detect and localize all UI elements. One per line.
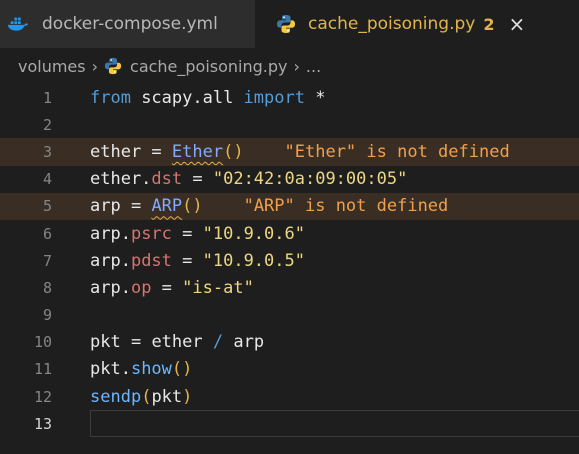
breadcrumb-more[interactable]: ... (306, 57, 321, 76)
line-number: 12 (33, 387, 52, 406)
code-token: "10.9.0.6" (202, 223, 305, 244)
code-token: arp. (90, 277, 131, 298)
code-token: () (223, 141, 244, 162)
code-token: scapy.all (130, 87, 244, 108)
line-number: 1 (42, 88, 52, 107)
line-number: 2 (42, 115, 52, 134)
line-number: 5 (42, 197, 52, 216)
docker-icon (8, 14, 28, 34)
code-line[interactable]: 9 (0, 302, 579, 329)
code-token: () (182, 196, 203, 217)
code-text: ether.dst = "02:42:0a:09:00:05" (90, 169, 407, 189)
code-token: ether (90, 141, 152, 162)
code-token: "is-at" (182, 277, 254, 298)
code-line[interactable]: 1 from scapy.all import * (0, 84, 579, 111)
undefined-symbol: ARP (151, 196, 183, 217)
chevron-right-icon: › (91, 56, 99, 76)
line-number: 10 (33, 333, 52, 352)
code-text: arp.pdst = "10.9.0.5" (90, 251, 305, 271)
line-number: 3 (42, 142, 52, 161)
code-token: psrc (130, 223, 172, 244)
line-number: 6 (42, 224, 52, 243)
current-line-highlight (90, 410, 579, 438)
breadcrumb: volumes › cache_poisoning.py › ... (0, 48, 579, 84)
code-line[interactable]: 4 ether.dst = "02:42:0a:09:00:05" (0, 166, 579, 193)
code-token: show (130, 359, 172, 380)
inline-error-message: "ARP" is not defined (202, 196, 449, 217)
tab-bar: docker-compose.yml cache_poisoning.py 2 … (0, 0, 579, 48)
python-icon (104, 57, 122, 75)
code-text: arp.psrc = "10.9.0.6" (90, 224, 305, 244)
line-number: 4 (42, 170, 52, 189)
code-token: * (304, 87, 326, 108)
code-text: arp.op = "is-at" (90, 278, 254, 298)
code-text: from scapy.all import * (90, 88, 325, 108)
code-token: = (130, 196, 152, 217)
code-token: pkt (151, 386, 183, 407)
code-token: ( (141, 386, 152, 407)
code-token: dst (151, 169, 183, 190)
code-text: arp = ARP() "ARP" is not defined (90, 196, 448, 216)
code-line[interactable]: 5 arp = ARP() "ARP" is not defined (0, 192, 579, 220)
code-token: = (182, 169, 213, 190)
code-line[interactable]: 10 pkt = ether / arp (0, 329, 579, 356)
code-text: sendp(pkt) (90, 387, 192, 407)
code-token: "02:42:0a:09:00:05" (212, 169, 408, 190)
code-token: pdst (130, 250, 172, 271)
tab-label: cache_poisoning.py (308, 14, 476, 34)
code-token: "10.9.0.5" (202, 250, 305, 271)
code-token: = (171, 223, 203, 244)
code-token: = (151, 277, 183, 298)
code-text: ether = Ether() "Ether" is not defined (90, 142, 510, 162)
code-line[interactable]: 6 arp.psrc = "10.9.0.6" (0, 220, 579, 247)
code-text: pkt = ether / arp (90, 332, 264, 352)
breadcrumb-folder[interactable]: volumes (18, 57, 86, 76)
code-editor[interactable]: 1 from scapy.all import * 2 3 ether = Ether(… (0, 84, 579, 438)
code-token: pkt. (90, 359, 131, 380)
code-token: arp (223, 332, 265, 353)
code-token: ether (151, 332, 213, 353)
code-line[interactable]: 2 (0, 111, 579, 138)
code-token: = (151, 141, 172, 162)
line-number: 9 (42, 306, 52, 325)
line-number: 8 (42, 278, 52, 297)
undefined-symbol: Ether (171, 141, 224, 162)
line-number: 7 (42, 251, 52, 270)
line-number: 11 (33, 360, 52, 379)
code-token: = (171, 250, 203, 271)
close-icon[interactable]: × (508, 14, 525, 34)
problem-count-badge: 2 (483, 14, 495, 34)
code-line[interactable]: 3 ether = Ether() "Ether" is not defined (0, 138, 579, 166)
code-line[interactable]: 13 (0, 410, 579, 438)
inline-error-message: "Ether" is not defined (243, 141, 510, 162)
chevron-right-icon: › (293, 56, 300, 76)
code-token: sendp (90, 386, 142, 407)
breadcrumb-file[interactable]: cache_poisoning.py (130, 57, 288, 76)
code-token: pkt (90, 332, 131, 353)
tab-docker-compose[interactable]: docker-compose.yml (0, 0, 256, 48)
tab-cache-poisoning[interactable]: cache_poisoning.py 2 × (256, 0, 579, 48)
python-icon (272, 14, 300, 34)
code-token: = (130, 332, 152, 353)
line-number: 13 (33, 414, 52, 433)
code-token: arp. (90, 223, 131, 244)
code-token: op (130, 277, 152, 298)
code-token: from (90, 87, 131, 108)
code-token: / (212, 332, 224, 353)
code-line[interactable]: 11 pkt.show() (0, 356, 579, 383)
code-line[interactable]: 8 arp.op = "is-at" (0, 274, 579, 301)
code-text: pkt.show() (90, 359, 192, 379)
code-token: () (171, 359, 193, 380)
code-token: ether. (90, 169, 152, 190)
tab-label: docker-compose.yml (42, 14, 218, 34)
code-line[interactable]: 12 sendp(pkt) (0, 383, 579, 410)
code-token: arp (90, 196, 131, 217)
code-token: arp. (90, 250, 131, 271)
code-line[interactable]: 7 arp.pdst = "10.9.0.5" (0, 247, 579, 274)
code-token: import (243, 87, 305, 108)
code-token: ) (182, 386, 193, 407)
